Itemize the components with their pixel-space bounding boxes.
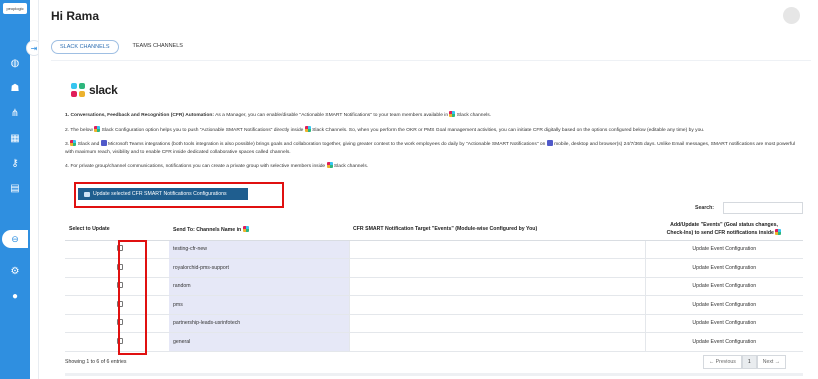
target-events: [348, 258, 646, 278]
avatar[interactable]: [783, 7, 800, 24]
pagination: ← Previous 1 Next →: [703, 355, 786, 369]
instruction-4: 4. For private group/channel communicati…: [65, 162, 800, 171]
channel-name: royalorchid-pms-support: [169, 258, 349, 278]
table-row: partnership-leads-usrinfotech Update Eve…: [65, 314, 803, 333]
save-icon: [84, 191, 90, 197]
page-title: Hi Rama: [51, 9, 100, 23]
update-event-link[interactable]: Update Event Configuration: [645, 314, 803, 333]
instruction-1: 1. Conversations, Feedback and Recogniti…: [65, 111, 800, 120]
channel-name: testing-cfr-new: [169, 240, 349, 259]
tab-slack-channels[interactable]: SLACK CHANNELS: [51, 40, 119, 54]
integrations-icon[interactable]: ⊖: [2, 230, 28, 248]
app-root: peoplogic ◍ ☗ ⋔ ▦ ⚷ ▤ ⊖ ⚙ ● ⇥ Hi Rama SL…: [0, 0, 818, 379]
header-send-to[interactable]: Send To: Channels Name in: [169, 219, 349, 241]
header-add-update-line2: Check-Ins) to send CFR notifications ins…: [666, 229, 774, 236]
table-row: pms Update Event Configuration: [65, 295, 803, 315]
select-cell: [65, 240, 169, 259]
channel-name: random: [169, 277, 349, 296]
content-area: slack 1. Conversations, Feedback and Rec…: [51, 60, 811, 379]
instruction-3-b: Slack and: [76, 142, 100, 148]
table-row: general Update Event Configuration: [65, 332, 803, 352]
instruction-1-text: As a Manager, you can enable/disable "Ac…: [214, 113, 449, 118]
instructions: 1. Conversations, Feedback and Recogniti…: [65, 111, 800, 177]
table-row: testing-cfr-new Update Event Configurati…: [65, 240, 803, 259]
update-event-link[interactable]: Update Event Configuration: [645, 258, 803, 278]
instruction-2-b: Slack Configuration option helps you to …: [100, 127, 304, 133]
channel-tabs: SLACK CHANNELS TEAMS CHANNELS: [51, 40, 191, 54]
highlight-box-checkboxes: [118, 240, 147, 355]
header-add-update[interactable]: Add/Update "Events" (Goal status changes…: [645, 219, 803, 241]
table-header-row: Select to Update Send To: Channels Name …: [65, 219, 803, 241]
page-1-button[interactable]: 1: [741, 355, 757, 369]
target-events: [348, 240, 646, 259]
instruction-3-c: Microsoft Teams integrations (both tools…: [106, 142, 546, 148]
slack-icon: [242, 225, 249, 232]
key-icon[interactable]: ⚷: [9, 157, 21, 169]
report-icon[interactable]: ▤: [9, 182, 21, 194]
slack-icon: [71, 83, 85, 97]
update-event-link[interactable]: Update Event Configuration: [645, 277, 803, 296]
channel-name: partnership-leads-usrinfotech: [169, 314, 349, 333]
slack-wordmark: slack: [89, 83, 118, 97]
main-panel: Hi Rama SLACK CHANNELS TEAMS CHANNELS sl…: [38, 0, 818, 379]
instruction-4-a: 4. For private group/channel communicati…: [65, 164, 326, 170]
header-add-update-line1: Add/Update "Events" (Goal status changes…: [670, 221, 778, 228]
table-row: random Update Event Configuration: [65, 277, 803, 296]
update-event-link[interactable]: Update Event Configuration: [645, 240, 803, 259]
header-send-to-label: Send To: Channels Name in: [173, 226, 242, 233]
board-icon[interactable]: ▦: [9, 132, 21, 144]
select-cell: [65, 332, 169, 352]
tab-teams-channels[interactable]: TEAMS CHANNELS: [125, 40, 191, 54]
team-icon[interactable]: ☗: [9, 82, 21, 94]
app-logo: peoplogic: [3, 3, 27, 14]
target-events: [348, 295, 646, 315]
next-page-button[interactable]: Next →: [756, 355, 786, 369]
instruction-3-a: 3.: [65, 142, 70, 148]
search-input[interactable]: [723, 202, 803, 214]
slack-icon: [775, 228, 782, 235]
target-events: [348, 314, 646, 333]
org-chart-icon[interactable]: ⋔: [9, 107, 21, 119]
slack-logo: slack: [71, 83, 118, 97]
instruction-1-title: 1. Conversations, Feedback and Recogniti…: [65, 113, 214, 118]
instruction-4-b: Slack channels.: [332, 164, 369, 170]
horizontal-scrollbar[interactable]: [65, 373, 803, 376]
previous-page-button[interactable]: ← Previous: [703, 355, 742, 369]
header-add-update-line2-wrap: Check-Ins) to send CFR notifications ins…: [649, 228, 799, 237]
instruction-2: 2. The below Slack Configuration option …: [65, 125, 800, 135]
update-event-link[interactable]: Update Event Configuration: [645, 332, 803, 352]
channel-name: general: [169, 332, 349, 352]
update-configurations-button[interactable]: Update selected CFR SMART Notifications …: [78, 188, 248, 200]
update-event-link[interactable]: Update Event Configuration: [645, 295, 803, 315]
header-target[interactable]: CFR SMART Notification Target "Events" (…: [349, 219, 645, 241]
target-events: [348, 277, 646, 296]
globe-icon[interactable]: ◍: [9, 57, 21, 69]
channel-name: pms: [169, 295, 349, 315]
update-button-label: Update selected CFR SMART Notifications …: [93, 191, 227, 197]
table-row: royalorchid-pms-support Update Event Con…: [65, 258, 803, 278]
instruction-2-a: 2. The below: [65, 127, 93, 133]
select-cell: [65, 277, 169, 296]
instruction-1-end: Slack channels.: [455, 113, 492, 118]
header-select[interactable]: Select to Update: [65, 219, 169, 241]
select-cell: [65, 295, 169, 315]
channels-table: Select to Update Send To: Channels Name …: [65, 219, 803, 352]
select-cell: [65, 258, 169, 278]
instruction-2-c: Slack Channels. So, when you perform the…: [310, 127, 705, 133]
instruction-3: 3. Slack and Microsoft Teams integration…: [65, 140, 800, 156]
search-label: Search:: [695, 205, 715, 211]
user-icon[interactable]: ●: [9, 290, 21, 302]
gear-icon[interactable]: ⚙: [9, 265, 21, 277]
target-events: [348, 332, 646, 352]
sidebar: peoplogic ◍ ☗ ⋔ ▦ ⚷ ▤ ⊖ ⚙ ●: [0, 0, 30, 379]
entries-info: Showing 1 to 6 of 6 entries: [65, 359, 127, 365]
select-cell: [65, 314, 169, 333]
